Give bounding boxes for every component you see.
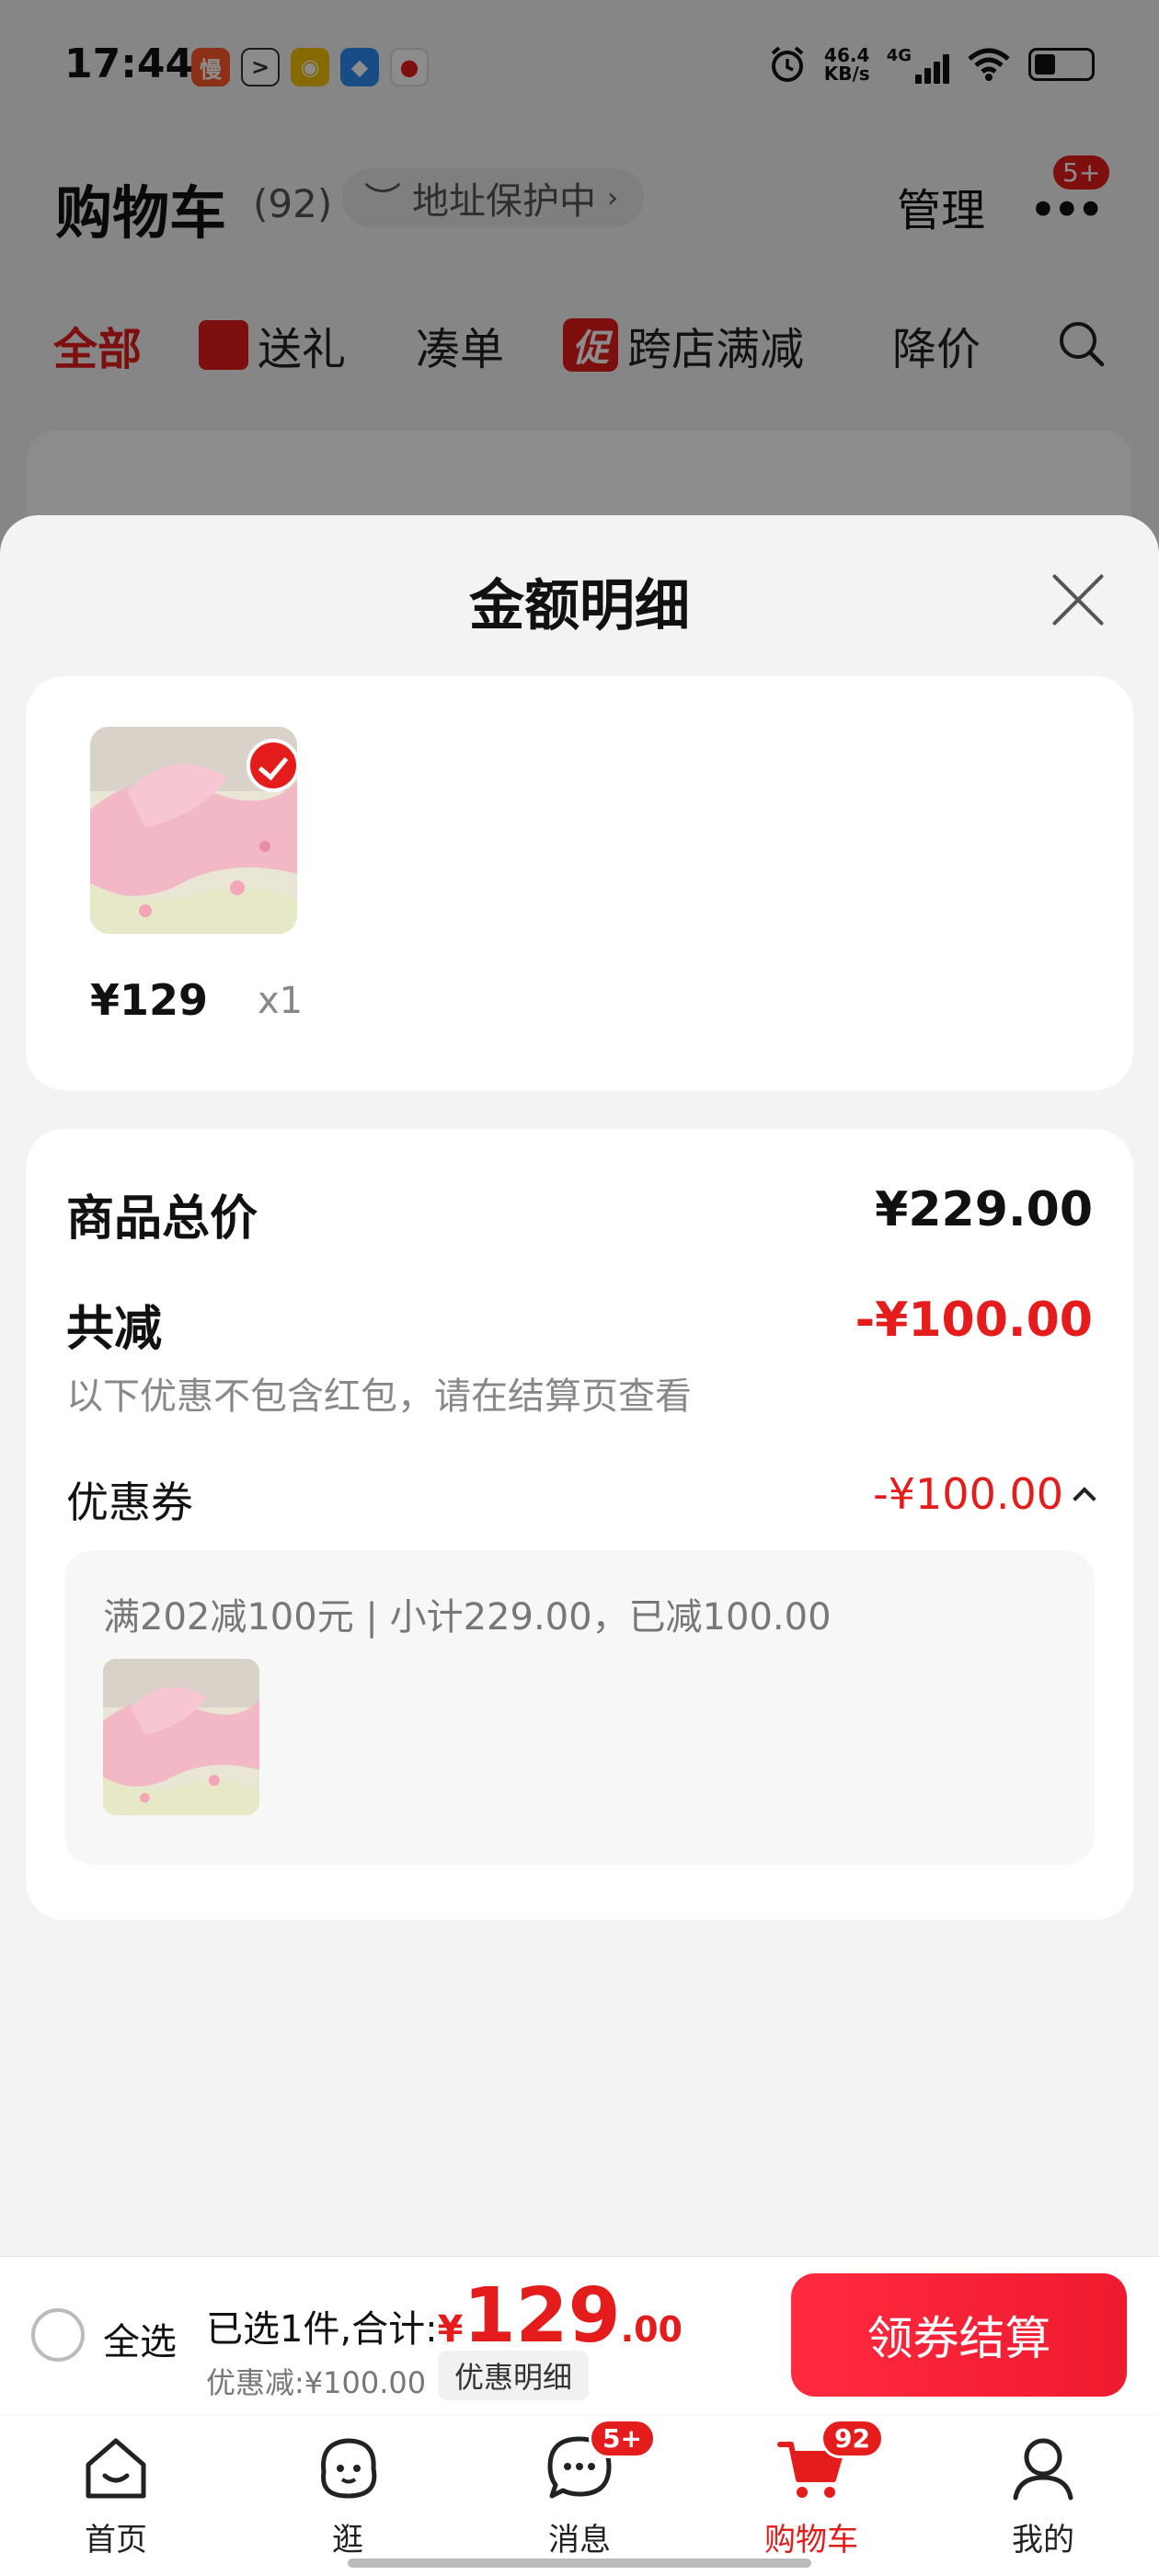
- goods-total-value: ¥229.00: [875, 1182, 1093, 1237]
- nav-label: 我的: [1012, 2522, 1074, 2559]
- currency-symbol: ¥: [437, 2308, 464, 2351]
- selection-summary: 已选1件,合计: ¥ 129 .00: [206, 2279, 683, 2354]
- browse-face-icon: [321, 2438, 377, 2499]
- select-all-radio[interactable]: [31, 2308, 85, 2362]
- select-all-label[interactable]: 全选: [103, 2312, 177, 2365]
- messages-badge: 5+: [589, 2419, 656, 2458]
- close-icon[interactable]: [1049, 569, 1107, 627]
- discount-amount: 优惠减:¥100.00: [206, 2365, 427, 2400]
- reduction-note: 以下优惠不包含红包，请在结算页查看: [66, 1375, 692, 1418]
- checkout-button[interactable]: 领券结算: [791, 2273, 1127, 2397]
- selected-count-text: 已选1件,合计:: [206, 2308, 438, 2351]
- profile-icon: [1013, 2438, 1073, 2501]
- total-reduction-value: -¥100.00: [855, 1293, 1093, 1348]
- nav-cart[interactable]: 92 购物车: [738, 2419, 885, 2559]
- coupon-detail-box: 满202减100元 | 小计229.00，已减100.00: [64, 1550, 1095, 1865]
- coupon-product-thumbnail[interactable]: [103, 1659, 259, 1815]
- cart-badge: 92: [820, 2419, 884, 2458]
- total-amount-decimal: .00: [620, 2309, 683, 2350]
- chevron-up-icon: [1073, 1487, 1096, 1511]
- nav-label: 首页: [85, 2522, 147, 2559]
- nav-label: 逛: [332, 2522, 363, 2559]
- bottom-navigation: 首页 逛 5+ 消息 92 购物车 我的: [0, 2415, 1159, 2576]
- selected-check-icon: [247, 739, 300, 792]
- item-price: ¥129: [90, 975, 209, 1025]
- price-breakdown-card: 商品总价 ¥229.00 共减 -¥100.00 以下优惠不包含红包，请在结算页…: [26, 1129, 1133, 1920]
- item-quantity: x1: [258, 980, 304, 1022]
- nav-messages[interactable]: 5+ 消息: [506, 2419, 656, 2559]
- coupon-value: -¥100.00: [873, 1469, 1063, 1519]
- nav-profile[interactable]: 我的: [970, 2432, 1117, 2559]
- nav-label: 消息: [548, 2522, 611, 2559]
- total-amount: 129: [463, 2272, 621, 2360]
- coupon-label: 优惠券: [66, 1478, 193, 1527]
- home-indicator[interactable]: [348, 2559, 811, 2568]
- goods-total-label: 商品总价: [66, 1191, 258, 1247]
- coupon-toggle[interactable]: -¥100.00: [873, 1469, 1096, 1519]
- price-detail-sheet: 金额明细 ¥129 x1 商品总价 ¥229.00 共减 -¥100.00 以下…: [0, 515, 1159, 2263]
- nav-label: 购物车: [764, 2522, 858, 2559]
- selected-items-card: ¥129 x1: [26, 676, 1133, 1090]
- checkout-bar: 全选 已选1件,合计: ¥ 129 .00 优惠减:¥100.00 优惠明细 领…: [0, 2256, 1159, 2414]
- sheet-title: 金额明细: [469, 574, 690, 638]
- modal-overlay[interactable]: [0, 0, 1159, 552]
- home-icon: [86, 2438, 146, 2499]
- nav-browse[interactable]: 逛: [274, 2432, 421, 2559]
- total-reduction-label: 共减: [66, 1302, 163, 1357]
- discount-detail-button[interactable]: 优惠明细: [438, 2351, 590, 2400]
- nav-home[interactable]: 首页: [42, 2432, 189, 2559]
- coupon-description: 满202减100元 | 小计229.00，已减100.00: [103, 1596, 832, 1639]
